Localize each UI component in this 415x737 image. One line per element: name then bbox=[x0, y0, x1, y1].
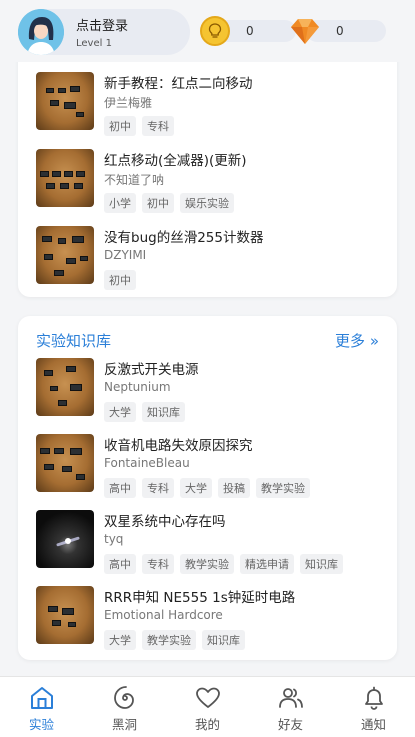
tag: 专科 bbox=[142, 554, 174, 574]
list-item[interactable]: 没有bug的丝滑255计数器 DZYIMI 初中 bbox=[36, 226, 386, 290]
tag: 小学 bbox=[104, 193, 136, 213]
tag: 大学 bbox=[180, 478, 212, 498]
nav-label: 实验 bbox=[28, 717, 54, 732]
list-item[interactable]: RRR申知 NE555 1s钟延时电路 Emotional Hardcore 大… bbox=[36, 586, 386, 650]
coin-counter[interactable]: 0 bbox=[200, 16, 296, 46]
tag: 初中 bbox=[104, 116, 136, 136]
tag: 大学 bbox=[104, 402, 136, 422]
avatar bbox=[18, 9, 64, 55]
tag: 教学实验 bbox=[256, 478, 310, 498]
item-author: tyq bbox=[104, 532, 124, 546]
item-title: RRR申知 NE555 1s钟延时电路 bbox=[104, 590, 296, 606]
gem-icon bbox=[290, 16, 320, 46]
list-item[interactable]: 反激式开关电源 Neptunium 大学 知识库 bbox=[36, 358, 386, 422]
tag: 知识库 bbox=[202, 630, 245, 650]
nav-item-experiment[interactable]: 实验 bbox=[0, 677, 83, 737]
friends-icon bbox=[278, 688, 303, 708]
experiment-thumbnail bbox=[36, 72, 94, 130]
tag: 专科 bbox=[142, 116, 174, 136]
more-link[interactable]: 更多 » bbox=[335, 330, 379, 351]
item-title: 双星系统中心存在吗 bbox=[104, 514, 226, 530]
list-item[interactable]: 双星系统中心存在吗 tyq 高中 专科 教学实验 精选申请 知识库 bbox=[36, 510, 386, 574]
tag: 娱乐实验 bbox=[180, 193, 234, 213]
item-author: 伊兰梅雅 bbox=[104, 96, 153, 110]
tag: 高中 bbox=[104, 554, 136, 574]
item-author: 不知道了呐 bbox=[104, 173, 165, 187]
experiment-thumbnail bbox=[36, 510, 94, 568]
item-title: 没有bug的丝滑255计数器 bbox=[104, 230, 264, 246]
nav-label: 我的 bbox=[194, 717, 220, 732]
item-author: Emotional Hardcore bbox=[104, 608, 223, 622]
item-title: 收音机电路失效原因探究 bbox=[104, 438, 253, 454]
bottom-nav: 实验 黑洞 我的 好友 通知 bbox=[0, 676, 415, 737]
item-author: FontaineBleau bbox=[104, 456, 190, 470]
nav-label: 黑洞 bbox=[111, 717, 137, 732]
knowledge-base-card: 实验知识库 更多 » 反激式开关电源 Neptunium 大学 知识库 收音机电… bbox=[18, 316, 397, 660]
gem-counter[interactable]: 0 bbox=[290, 18, 386, 44]
tag: 教学实验 bbox=[142, 630, 196, 650]
home-icon bbox=[30, 687, 53, 709]
experiment-thumbnail bbox=[36, 149, 94, 207]
blackhole-icon bbox=[113, 686, 134, 709]
nav-item-notifications[interactable]: 通知 bbox=[332, 677, 415, 737]
nav-item-blackhole[interactable]: 黑洞 bbox=[83, 677, 166, 737]
nav-label: 好友 bbox=[277, 717, 303, 732]
tag: 知识库 bbox=[300, 554, 343, 574]
tag: 精选申请 bbox=[240, 554, 294, 574]
tag: 教学实验 bbox=[180, 554, 234, 574]
experiment-list-card: 新手教程：红点二向移动 伊兰梅雅 初中 专科 红点移动(全减器)(更新) 不知道… bbox=[18, 40, 397, 297]
nav-label: 通知 bbox=[360, 717, 386, 732]
experiment-thumbnail bbox=[36, 586, 94, 644]
nav-item-mine[interactable]: 我的 bbox=[166, 677, 249, 737]
tag: 大学 bbox=[104, 630, 136, 650]
section-title: 实验知识库 bbox=[36, 332, 112, 350]
tag: 初中 bbox=[104, 270, 136, 290]
tag: 专科 bbox=[142, 478, 174, 498]
heart-icon bbox=[195, 687, 220, 708]
list-item[interactable]: 新手教程：红点二向移动 伊兰梅雅 初中 专科 bbox=[36, 72, 386, 136]
nav-item-friends[interactable]: 好友 bbox=[249, 677, 332, 737]
bell-icon bbox=[364, 686, 383, 710]
item-author: Neptunium bbox=[104, 380, 171, 394]
level-label: Level 1 bbox=[76, 38, 112, 49]
list-item[interactable]: 红点移动(全减器)(更新) 不知道了呐 小学 初中 娱乐实验 bbox=[36, 149, 386, 213]
login-button[interactable]: 点击登录 Level 1 bbox=[18, 9, 190, 55]
experiment-thumbnail bbox=[36, 226, 94, 284]
bulb-coin-icon bbox=[200, 16, 230, 46]
list-item[interactable]: 收音机电路失效原因探究 FontaineBleau 高中 专科 大学 投稿 教学… bbox=[36, 434, 386, 498]
tag: 投稿 bbox=[218, 478, 250, 498]
gem-count: 0 bbox=[336, 24, 344, 38]
item-title: 红点移动(全减器)(更新) bbox=[104, 153, 247, 169]
experiment-thumbnail bbox=[36, 434, 94, 492]
tag: 高中 bbox=[104, 478, 136, 498]
login-label[interactable]: 点击登录 bbox=[76, 15, 128, 34]
coin-count: 0 bbox=[246, 24, 254, 38]
experiment-thumbnail bbox=[36, 358, 94, 416]
tag: 知识库 bbox=[142, 402, 185, 422]
top-bar: 点击登录 Level 1 0 0 bbox=[0, 0, 415, 62]
item-title: 新手教程：红点二向移动 bbox=[104, 76, 253, 92]
item-author: DZYIMI bbox=[104, 248, 147, 262]
item-title: 反激式开关电源 bbox=[104, 362, 199, 378]
tag: 初中 bbox=[142, 193, 174, 213]
